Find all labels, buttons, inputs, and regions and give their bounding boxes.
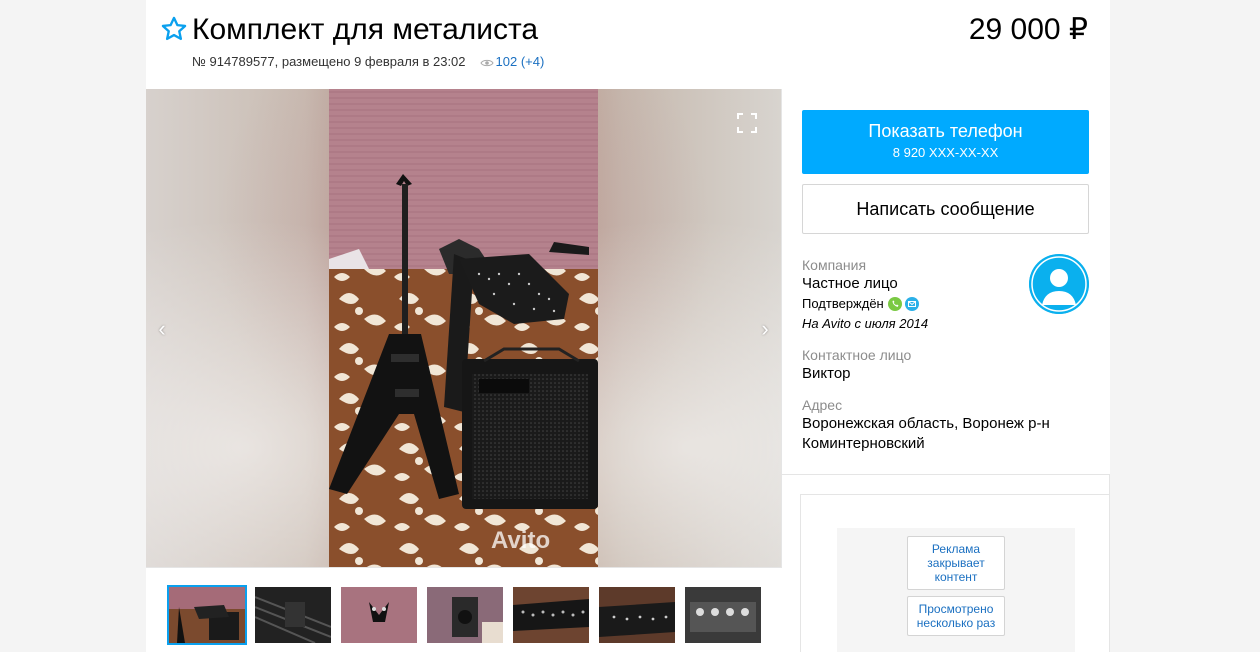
ad-feedback-panel: Реклама закрывает контент Просмотрено не… bbox=[837, 528, 1075, 652]
thumbnail-5[interactable] bbox=[513, 587, 589, 643]
contact-label: Контактное лицо bbox=[802, 347, 912, 363]
fullscreen-icon[interactable] bbox=[737, 113, 757, 133]
thumbnail-2[interactable] bbox=[255, 587, 331, 643]
address-label: Адрес bbox=[802, 397, 843, 413]
listing-meta: № 914789577, размещено 9 февраля в 23:02… bbox=[192, 53, 544, 71]
seller-sidebar: Показать телефон 8 920 XXX-XX-XX Написат… bbox=[782, 89, 1110, 475]
photo-gallery: ‹ › Avito bbox=[146, 89, 782, 567]
thumbnail-4[interactable] bbox=[427, 587, 503, 643]
show-phone-label: Показать телефон bbox=[868, 121, 1023, 141]
listing-title: Комплект для металиста bbox=[192, 13, 539, 46]
company-label: Компания bbox=[802, 257, 867, 273]
avito-watermark: Avito bbox=[491, 527, 551, 554]
listing-price: 29 000 ₽ bbox=[968, 13, 1088, 46]
company-value: Частное лицо bbox=[802, 275, 898, 292]
listing-id-date: № 914789577, размещено 9 февраля в 23:02 bbox=[192, 54, 466, 69]
member-since: На Avito с июля 2014 bbox=[802, 316, 929, 331]
listing-header: Комплект для металиста 29 000 ₽ № 914789… bbox=[146, 0, 1110, 90]
verified-status: Подтверждён bbox=[802, 295, 920, 316]
thumbnail-1[interactable] bbox=[167, 585, 247, 645]
phone-verified-icon bbox=[887, 297, 902, 311]
contact-value: Виктор bbox=[802, 365, 851, 382]
thumbnail-7[interactable] bbox=[685, 587, 761, 643]
next-photo-arrow-icon[interactable]: › bbox=[755, 318, 775, 340]
address-line-2: Коминтерновский bbox=[802, 435, 925, 452]
ad-seen-many-times-button[interactable]: Просмотрено несколько раз bbox=[907, 596, 1005, 636]
email-verified-icon bbox=[905, 297, 920, 311]
favorite-star-icon[interactable] bbox=[160, 15, 188, 43]
thumbnail-strip bbox=[146, 567, 782, 652]
ad-block: Реклама закрывает контент Просмотрено не… bbox=[800, 494, 1110, 652]
eye-icon bbox=[479, 59, 494, 67]
address-line-1: Воронежская область, Воронеж р-н bbox=[802, 415, 1050, 432]
views-counter[interactable]: 102 (+4) bbox=[496, 54, 545, 69]
avatar-icon[interactable] bbox=[1029, 254, 1089, 314]
prev-photo-arrow-icon[interactable]: ‹ bbox=[152, 318, 172, 340]
show-phone-button[interactable]: Показать телефон 8 920 XXX-XX-XX bbox=[802, 110, 1089, 174]
main-photo[interactable] bbox=[329, 89, 598, 567]
write-message-button[interactable]: Написать сообщение bbox=[802, 184, 1089, 234]
ad-covers-content-button[interactable]: Реклама закрывает контент bbox=[907, 536, 1005, 590]
verified-label: Подтверждён bbox=[802, 296, 884, 311]
masked-phone-number: 8 920 XXX-XX-XX bbox=[892, 145, 999, 160]
thumbnail-6[interactable] bbox=[599, 587, 675, 643]
thumbnail-3[interactable] bbox=[341, 587, 417, 643]
